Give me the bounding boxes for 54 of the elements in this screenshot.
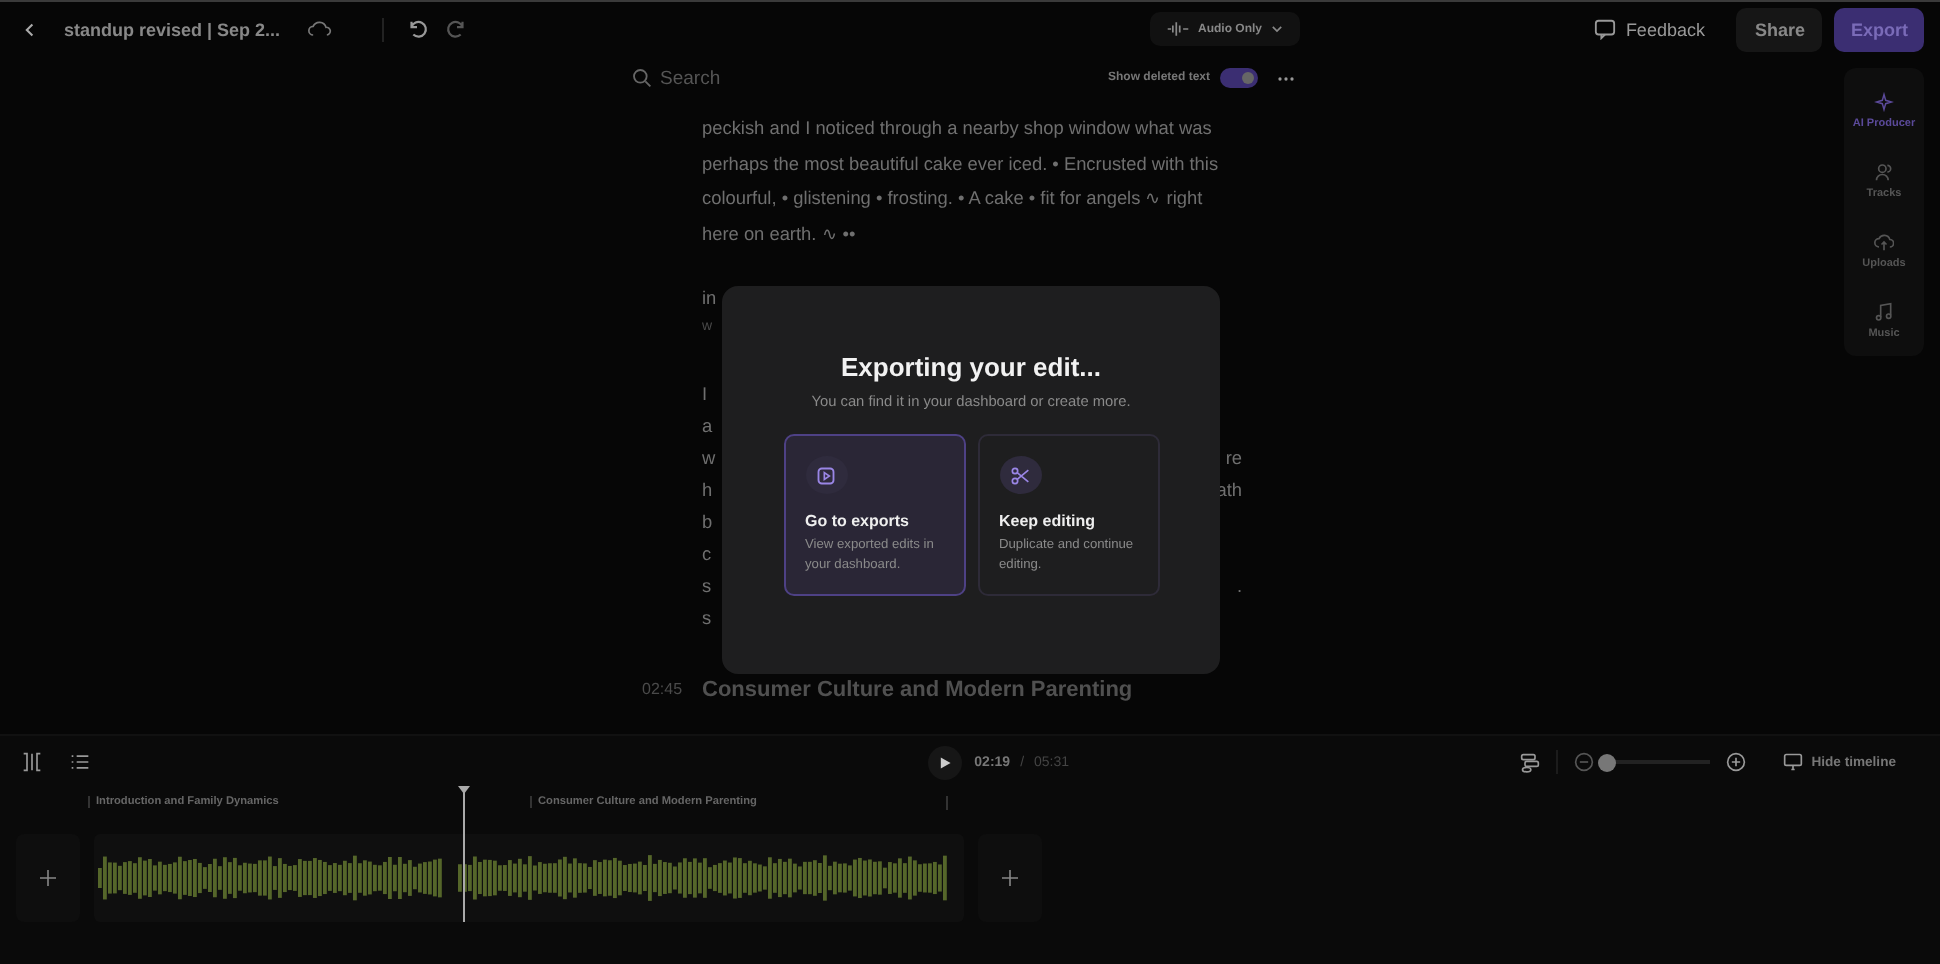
people-icon xyxy=(1874,162,1894,182)
playhead[interactable] xyxy=(456,786,472,922)
layers-icon[interactable] xyxy=(1519,751,1540,773)
transcript-fragment: in xyxy=(702,285,717,312)
transcript-fragment: b xyxy=(702,509,713,536)
play-icon xyxy=(938,755,953,769)
transcript-fragment: s xyxy=(702,573,712,600)
zoom-out-icon[interactable] xyxy=(1573,752,1594,772)
transcript-fragment: re xyxy=(1225,445,1242,472)
play-button[interactable] xyxy=(928,745,963,779)
transcript-line: perhaps the most beautiful cake ever iced. • Encrusted with this xyxy=(702,151,1221,178)
feedback-icon xyxy=(1593,18,1616,40)
waveform-icon xyxy=(1166,20,1190,38)
transcript-line: colourful, • glistening • frosting. • A cake • fit for angels ∿ right xyxy=(702,186,1205,213)
more-icon[interactable] xyxy=(1276,75,1296,81)
dialog-title: Exporting your edit... xyxy=(840,352,1101,382)
caret-icon xyxy=(1270,22,1284,36)
search-field[interactable]: Search xyxy=(660,67,860,89)
transcript-fragment: a xyxy=(702,413,713,440)
undo-icon[interactable] xyxy=(406,18,429,40)
monitor-icon xyxy=(1781,752,1804,772)
option-title: Go to exports xyxy=(805,512,910,530)
feedback-button[interactable]: Feedback xyxy=(1581,16,1717,42)
transcript-fragment: I xyxy=(702,381,708,408)
add-clip-button[interactable] xyxy=(16,834,80,922)
video-file-icon xyxy=(816,465,836,485)
transcript-fragment: c xyxy=(702,541,712,568)
zoom-in-icon[interactable] xyxy=(1725,752,1746,772)
back-icon[interactable] xyxy=(22,21,38,37)
scissors-icon xyxy=(1010,465,1030,485)
plus-icon xyxy=(40,870,56,886)
search-icon xyxy=(632,68,652,88)
export-button[interactable]: Export xyxy=(1834,7,1924,51)
music-icon xyxy=(1874,302,1894,322)
transcript-line: peckish and I noticed through a nearby shop window what was xyxy=(702,116,1214,142)
list-icon[interactable] xyxy=(70,752,90,772)
share-button[interactable]: Share xyxy=(1736,7,1823,51)
redo-icon[interactable] xyxy=(446,18,469,40)
sparkle-icon xyxy=(1874,92,1894,112)
chapter-heading: Consumer Culture and Modern Parenting xyxy=(702,677,1133,702)
plus-icon xyxy=(1002,870,1018,886)
option-title: Keep editing xyxy=(999,512,1096,530)
transcript-line: here on earth. ∿ •• xyxy=(702,222,858,249)
split-icon[interactable] xyxy=(22,752,42,772)
cloud-icon xyxy=(308,20,333,38)
transcript-fragment: s xyxy=(702,605,712,632)
show-deleted-toggle[interactable] xyxy=(1220,68,1258,88)
project-title[interactable]: standup revised | Sep 2... xyxy=(64,19,281,39)
transcript-fragment: h xyxy=(702,477,713,504)
upload-icon xyxy=(1873,232,1894,252)
transcript-fragment: w xyxy=(702,445,716,472)
transcript-fragment: . xyxy=(1236,573,1242,600)
chapter-time: 02:45 xyxy=(642,680,683,699)
add-clip-button[interactable] xyxy=(978,834,1042,922)
